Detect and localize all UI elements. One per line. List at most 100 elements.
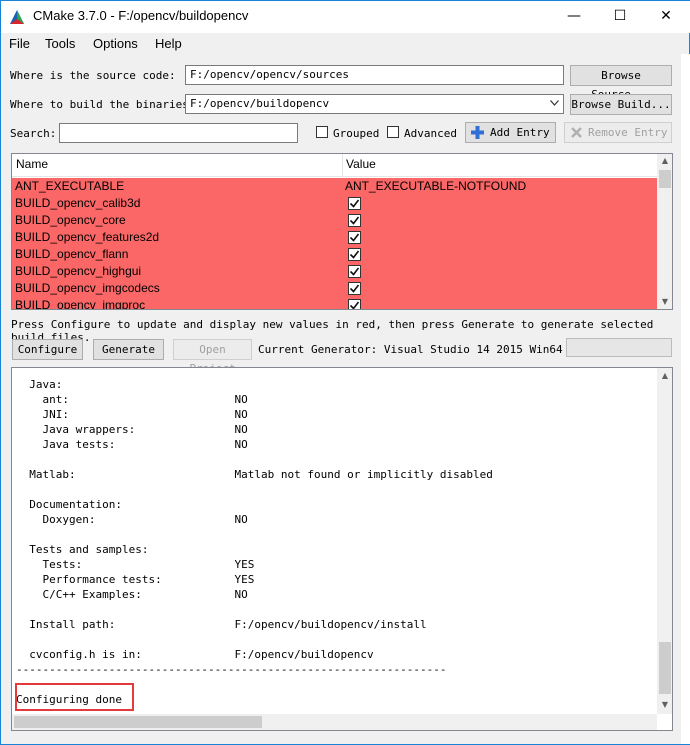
- cache-entry-name: BUILD_opencv_highgui: [15, 264, 142, 278]
- table-row[interactable]: BUILD_opencv_core: [12, 212, 658, 229]
- output-line: Java wrappers: NO: [16, 423, 248, 436]
- output-line: Documentation:: [16, 498, 122, 511]
- build-label: Where to build the binaries:: [10, 98, 196, 111]
- add-entry-button[interactable]: Add Entry: [465, 122, 556, 143]
- grouped-checkbox[interactable]: [316, 126, 328, 138]
- background-window-edge: [681, 54, 690, 744]
- table-row[interactable]: BUILD_opencv_imgproc: [12, 297, 658, 310]
- table-scrollbar[interactable]: ▲ ▼: [657, 154, 672, 309]
- column-header-name[interactable]: Name: [16, 157, 48, 171]
- advanced-checkbox[interactable]: [387, 126, 399, 138]
- source-path-input[interactable]: F:/opencv/opencv/sources: [185, 65, 564, 85]
- window-title: CMake 3.7.0 - F:/opencv/buildopencv: [33, 8, 249, 23]
- title-bar[interactable]: CMake 3.7.0 - F:/opencv/buildopencv — ☐ …: [1, 1, 690, 33]
- configure-button[interactable]: Configure: [12, 339, 83, 360]
- menu-tools[interactable]: Tools: [45, 36, 75, 51]
- cache-entry-checkbox[interactable]: [348, 197, 361, 210]
- output-line: Tests and samples:: [16, 543, 149, 556]
- output-vertical-scrollbar[interactable]: ▲ ▼: [657, 368, 672, 714]
- configuring-done-highlight: [15, 683, 134, 711]
- current-generator-label: Current Generator: Visual Studio 14 2015…: [258, 343, 563, 356]
- table-scroll-thumb[interactable]: [659, 170, 671, 188]
- cache-entry-checkbox[interactable]: [348, 214, 361, 227]
- remove-entry-button[interactable]: Remove Entry: [564, 122, 672, 143]
- table-row[interactable]: BUILD_opencv_features2d: [12, 229, 658, 246]
- output-scroll-up-arrow-icon[interactable]: ▲: [657, 371, 672, 380]
- column-header-value[interactable]: Value: [346, 157, 376, 171]
- cache-entry-name: BUILD_opencv_calib3d: [15, 196, 141, 210]
- table-row[interactable]: BUILD_opencv_highgui: [12, 263, 658, 280]
- checkmark-icon: [349, 233, 360, 242]
- output-line: Java:: [16, 378, 63, 391]
- cache-entry-checkbox[interactable]: [348, 282, 361, 295]
- cache-entry-value[interactable]: ANT_EXECUTABLE-NOTFOUND: [345, 179, 526, 193]
- cache-entry-checkbox[interactable]: [348, 299, 361, 309]
- search-label: Search:: [10, 127, 57, 140]
- search-input[interactable]: [59, 123, 298, 143]
- output-horizontal-scrollbar[interactable]: [12, 714, 657, 730]
- output-line: Tests: YES: [16, 558, 255, 571]
- checkmark-icon: [349, 301, 360, 309]
- checkmark-icon: [349, 199, 360, 208]
- chevron-down-icon[interactable]: [550, 100, 559, 106]
- remove-entry-label: Remove Entry: [588, 126, 668, 139]
- cache-entry-name: BUILD_opencv_imgproc: [15, 298, 146, 310]
- grouped-label: Grouped: [333, 127, 380, 140]
- output-log[interactable]: Java: ant: NO JNI: NO Java wrappers: NO …: [11, 367, 673, 731]
- browse-source-button[interactable]: Browse Source...: [570, 65, 672, 101]
- remove-x-icon: [571, 127, 582, 138]
- progress-bar: [566, 338, 672, 357]
- cache-entry-name: ANT_EXECUTABLE: [15, 179, 125, 193]
- scroll-up-arrow-icon[interactable]: ▲: [657, 156, 672, 165]
- cache-entry-name: BUILD_opencv_core: [15, 213, 126, 227]
- output-line: Install path: F:/opencv/buildopencv/inst…: [16, 618, 427, 631]
- table-row[interactable]: BUILD_opencv_calib3d: [12, 195, 658, 212]
- output-line: Doxygen: NO: [16, 513, 248, 526]
- maximize-button[interactable]: ☐: [597, 1, 643, 31]
- source-label: Where is the source code:: [10, 69, 176, 82]
- checkmark-icon: [349, 216, 360, 225]
- cmake-window: CMake 3.7.0 - F:/opencv/buildopencv — ☐ …: [0, 0, 690, 745]
- output-line: JNI: NO: [16, 408, 248, 421]
- table-row[interactable]: ANT_EXECUTABLE ANT_EXECUTABLE-NOTFOUND: [12, 178, 658, 195]
- cache-entry-name: BUILD_opencv_flann: [15, 247, 129, 261]
- output-line: ant: NO: [16, 393, 248, 406]
- menu-bar: File Tools Options Help: [1, 33, 690, 55]
- output-line: cvconfig.h is in: F:/opencv/buildopencv: [16, 648, 374, 661]
- add-entry-label: Add Entry: [490, 126, 550, 139]
- scroll-down-arrow-icon[interactable]: ▼: [657, 297, 672, 306]
- output-line: ----------------------------------------…: [16, 663, 447, 676]
- build-path-value: F:/opencv/buildopencv: [190, 97, 330, 110]
- build-path-combo[interactable]: F:/opencv/buildopencv: [185, 94, 564, 114]
- cache-entry-checkbox[interactable]: [348, 231, 361, 244]
- cache-variables-table[interactable]: Name Value ANT_EXECUTABLE ANT_EXECUTABLE-…: [11, 153, 673, 310]
- generate-button[interactable]: Generate: [93, 339, 164, 360]
- output-hscroll-thumb[interactable]: [14, 716, 262, 728]
- menu-help[interactable]: Help: [155, 36, 182, 51]
- cmake-logo-icon: [10, 10, 24, 24]
- table-row[interactable]: BUILD_opencv_imgcodecs: [12, 280, 658, 297]
- table-row[interactable]: BUILD_opencv_flann: [12, 246, 658, 263]
- close-button[interactable]: ✕: [643, 1, 689, 31]
- output-vscroll-thumb[interactable]: [659, 642, 671, 694]
- output-line: Matlab: Matlab not found or implicitly d…: [16, 468, 493, 481]
- checkmark-icon: [349, 267, 360, 276]
- plus-icon: [471, 126, 484, 139]
- cache-entry-name: BUILD_opencv_features2d: [15, 230, 160, 244]
- menu-options[interactable]: Options: [93, 36, 138, 51]
- column-divider[interactable]: [342, 154, 343, 176]
- output-line: Performance tests: YES: [16, 573, 255, 586]
- output-scroll-down-arrow-icon[interactable]: ▼: [657, 700, 672, 709]
- cache-entry-checkbox[interactable]: [348, 265, 361, 278]
- checkmark-icon: [349, 250, 360, 259]
- menu-file[interactable]: File: [9, 36, 30, 51]
- open-project-button[interactable]: Open Project: [173, 339, 252, 375]
- output-line: C/C++ Examples: NO: [16, 588, 248, 601]
- output-line: Java tests: NO: [16, 438, 248, 451]
- minimize-button[interactable]: —: [551, 1, 597, 31]
- checkmark-icon: [349, 284, 360, 293]
- advanced-label: Advanced: [404, 127, 457, 140]
- browse-build-button[interactable]: Browse Build...: [570, 94, 672, 115]
- table-header: Name Value: [12, 154, 658, 177]
- cache-entry-checkbox[interactable]: [348, 248, 361, 261]
